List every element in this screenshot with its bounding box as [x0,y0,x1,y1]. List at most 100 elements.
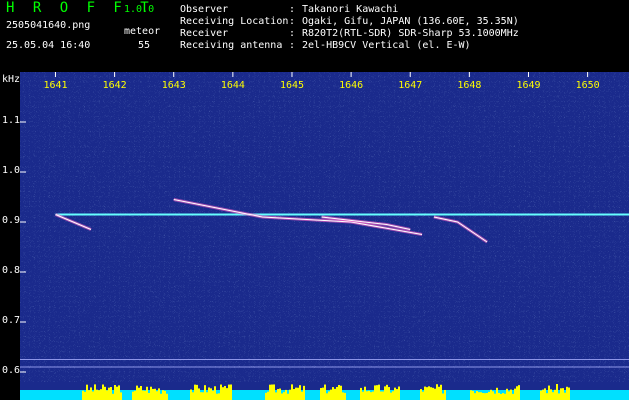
y-tick-label: 1.0 [2,165,21,176]
level-bar [516,386,518,400]
level-bar [271,384,273,400]
level-bar [118,385,120,400]
level-bar [330,389,332,400]
level-bar [287,393,289,400]
location-value: Ogaki, Gifu, JAPAN (136.60E, 35.35N) [302,16,519,27]
level-bar [480,392,482,400]
level-bar [548,385,550,400]
level-bar [120,392,122,400]
y-tick-label: 0.8 [2,265,21,276]
level-bar [420,389,422,400]
x-tick-label: 1642 [102,80,127,91]
level-bar [303,385,305,400]
level-bar [230,384,232,400]
level-bar [388,387,390,400]
level-bar [100,389,102,400]
level-bar [506,388,508,400]
level-bar [102,384,104,400]
level-bar [220,384,222,400]
level-bar [436,384,438,400]
x-tick-label: 1648 [457,80,482,91]
level-bar [320,388,322,400]
level-bar [518,385,520,400]
level-bar [110,387,112,400]
level-bar [108,387,110,400]
level-bar [138,387,140,400]
level-bar [440,384,442,400]
level-bar [432,387,434,400]
level-bar [394,387,396,400]
level-bar [136,385,138,400]
level-bar [132,391,134,400]
level-bar [90,387,92,400]
level-bar [299,385,301,400]
level-bar [496,387,498,400]
level-bar [190,389,192,400]
level-bar [430,387,432,400]
level-bar [96,389,98,400]
level-bar [514,388,516,400]
level-bar [112,393,114,400]
level-bar [154,388,156,400]
noise-texture [20,72,629,382]
level-bar [265,392,267,400]
level-bar [508,391,510,400]
level-bar [273,384,275,400]
level-bar [550,389,552,400]
level-bar [558,393,560,400]
spectrogram [20,72,629,400]
level-bar [490,389,492,400]
level-bar [438,386,440,400]
level-bar [338,384,340,400]
mode-label: meteor [124,26,161,37]
level-bar [162,390,164,400]
level-bar [295,387,297,400]
level-bar [269,384,271,400]
level-bar [486,392,488,400]
level-bar [378,384,380,400]
x-tick-label: 1645 [279,80,305,91]
level-bar [82,390,84,400]
level-bar [398,386,400,400]
level-bar [478,392,480,400]
level-bar [342,392,344,400]
x-tick-label: 1643 [161,80,186,91]
level-bar [224,385,226,400]
level-bar [94,384,96,400]
level-bar [324,384,326,400]
level-bar [442,393,444,400]
level-bar [218,393,220,400]
version-label: 1.0.0 [124,4,155,15]
level-bar [206,392,208,400]
level-bar [498,392,500,400]
level-bar [332,387,334,400]
y-tick-label: 0.9 [2,215,21,226]
y-tick-label: 0.6 [2,365,21,376]
observer-key: Observer [180,4,229,15]
level-bar [328,391,330,400]
level-bar [156,391,158,400]
level-bar [554,389,556,400]
level-bar [152,388,154,400]
level-bar [384,386,386,400]
observer-value: Takanori Kawachi [302,4,399,15]
x-tick-label: 1647 [398,80,423,91]
level-bar [484,393,486,400]
level-bar [281,393,283,400]
level-bar [293,389,295,400]
level-bar [291,384,293,400]
level-bar [474,393,476,400]
level-bar [546,393,548,400]
y-tick-label: 0.7 [2,315,21,326]
filename-label: 2505041640.png [6,20,91,31]
level-bar [542,389,544,400]
level-bar [150,386,152,400]
level-bar [104,386,106,400]
level-bar [396,389,398,400]
level-bar [552,392,554,400]
level-bar [228,384,230,400]
level-bar [494,393,496,400]
level-bar [86,384,88,400]
level-bar [200,392,202,400]
level-bar [390,392,392,400]
